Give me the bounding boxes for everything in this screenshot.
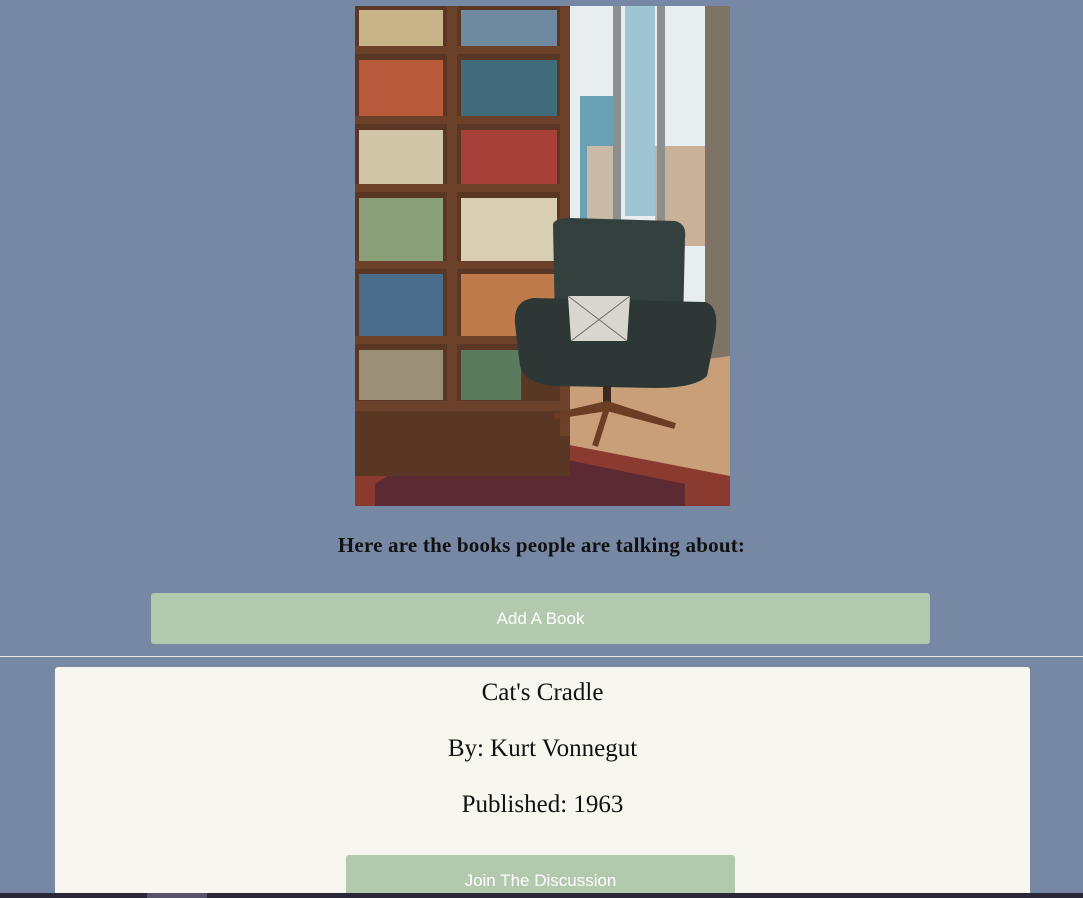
page: Here are the books people are talking ab… <box>0 0 1083 898</box>
join-discussion-button[interactable]: Join The Discussion <box>346 855 735 898</box>
hero-image <box>355 6 730 506</box>
book-title: Cat's Cradle <box>481 679 604 706</box>
add-book-button[interactable]: Add A Book <box>151 593 930 644</box>
divider <box>0 656 1083 657</box>
book-card: Cat's Cradle By: Kurt Vonnegut Published… <box>55 667 1030 898</box>
taskbar-item[interactable] <box>147 893 207 898</box>
page-heading: Here are the books people are talking ab… <box>337 533 746 557</box>
bookshelf-illustration <box>355 6 730 506</box>
taskbar <box>0 893 1083 898</box>
book-author: By: Kurt Vonnegut <box>447 735 638 762</box>
book-published: Published: 1963 <box>461 791 624 818</box>
